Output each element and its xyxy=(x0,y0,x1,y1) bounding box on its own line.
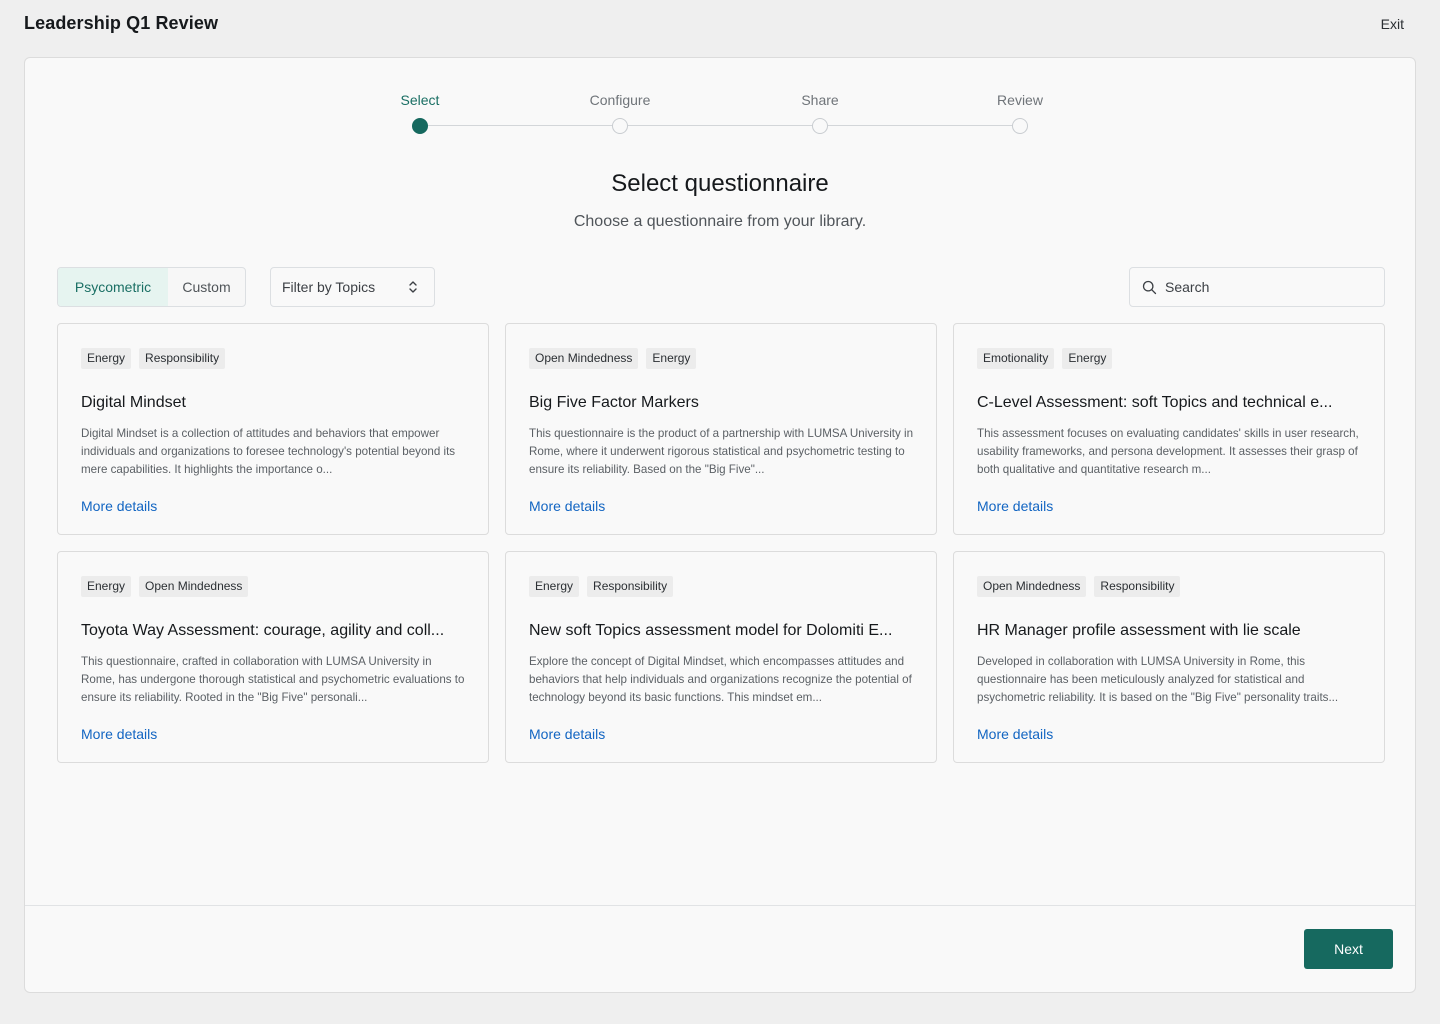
topic-tag: Emotionality xyxy=(977,348,1055,369)
card-tags: Open Mindedness Responsibility xyxy=(977,576,1181,597)
card-title: HR Manager profile assessment with lie s… xyxy=(977,622,1301,639)
top-bar: Leadership Q1 Review Exit xyxy=(0,0,1440,56)
card-description: Explore the concept of Digital Mindset, … xyxy=(529,655,912,704)
topic-tag: Open Mindedness xyxy=(977,576,1087,597)
card-title: Big Five Factor Markers xyxy=(529,394,699,411)
card-description: Digital Mindset is a collection of attit… xyxy=(81,427,456,476)
step-connector xyxy=(620,125,820,126)
topic-tag: Responsibility xyxy=(139,348,226,369)
topic-tag: Energy xyxy=(81,576,132,597)
card-title: Toyota Way Assessment: courage, agility … xyxy=(81,622,445,639)
step-configure-label: Configure xyxy=(589,92,651,108)
questionnaire-card[interactable]: Emotionality Energy C-Level Assessment: … xyxy=(953,323,1385,535)
step-share-label: Share xyxy=(801,92,839,108)
chevron-up-down-icon xyxy=(409,281,417,293)
footer-divider xyxy=(25,905,1415,906)
card-title: Digital Mindset xyxy=(81,394,186,411)
questionnaire-card[interactable]: Open Mindedness Responsibility HR Manage… xyxy=(953,551,1385,763)
questionnaire-card[interactable]: Energy Open Mindedness Toyota Way Assess… xyxy=(57,551,489,763)
topic-tag: Open Mindedness xyxy=(139,576,249,597)
card-description: This questionnaire, crafted in collabora… xyxy=(81,655,465,704)
card-tags: Energy Responsibility xyxy=(81,348,226,369)
card-tags: Open Mindedness Energy xyxy=(529,348,697,369)
filter-select-label: Filter by Topics xyxy=(282,279,376,295)
topic-tag: Responsibility xyxy=(587,576,674,597)
topic-tag: Energy xyxy=(1062,348,1113,369)
card-description: Developed in collaboration with LUMSA Un… xyxy=(977,655,1339,704)
step-share-dot xyxy=(812,118,828,134)
tab-psycometric[interactable]: Psycometric xyxy=(58,268,168,306)
wizard-panel: Select Configure Share Review Select que… xyxy=(24,57,1416,993)
exit-button[interactable]: Exit xyxy=(1381,16,1404,32)
more-details-link[interactable]: More details xyxy=(977,498,1053,514)
tab-custom[interactable]: Custom xyxy=(168,268,245,306)
next-button[interactable]: Next xyxy=(1304,929,1393,969)
search-box xyxy=(1129,267,1385,307)
topic-tag: Energy xyxy=(646,348,697,369)
topic-tag: Responsibility xyxy=(1094,576,1181,597)
card-tags: Emotionality Energy xyxy=(977,348,1113,369)
more-details-link[interactable]: More details xyxy=(81,498,157,514)
questionnaire-card[interactable]: Open Mindedness Energy Big Five Factor M… xyxy=(505,323,937,535)
step-connector xyxy=(420,125,620,126)
topic-tag: Energy xyxy=(529,576,580,597)
step-select-dot xyxy=(412,118,428,134)
step-select-label: Select xyxy=(400,92,440,108)
topic-tag: Energy xyxy=(81,348,132,369)
filter-by-topics-select[interactable]: Filter by Topics xyxy=(270,267,435,307)
search-input[interactable] xyxy=(1165,268,1375,306)
page-title: Leadership Q1 Review xyxy=(24,13,219,33)
card-title: C-Level Assessment: soft Topics and tech… xyxy=(977,394,1333,411)
questionnaire-card[interactable]: Energy Responsibility Digital Mindset Di… xyxy=(57,323,489,535)
card-tags: Energy Open Mindedness xyxy=(81,576,249,597)
more-details-link[interactable]: More details xyxy=(977,726,1053,742)
card-description: This assessment focuses on evaluating ca… xyxy=(977,427,1359,476)
section-heading: Select questionnaire xyxy=(611,170,829,197)
card-title: New soft Topics assessment model for Dol… xyxy=(529,622,893,639)
card-tags: Energy Responsibility xyxy=(529,576,674,597)
search-icon xyxy=(1142,280,1157,295)
card-description: This questionnaire is the product of a p… xyxy=(529,427,914,476)
step-connector xyxy=(820,125,1020,126)
app-window: Leadership Q1 Review Exit Select Configu… xyxy=(0,0,1440,1024)
more-details-link[interactable]: More details xyxy=(529,726,605,742)
more-details-link[interactable]: More details xyxy=(529,498,605,514)
step-review-label: Review xyxy=(997,92,1043,108)
step-configure-dot xyxy=(612,118,628,134)
questionnaire-card[interactable]: Energy Responsibility New soft Topics as… xyxy=(505,551,937,763)
section-subheading: Choose a questionnaire from your library… xyxy=(573,213,867,230)
more-details-link[interactable]: More details xyxy=(81,726,157,742)
stepper: Select Configure Share Review xyxy=(25,58,1415,148)
step-review-dot xyxy=(1012,118,1028,134)
topic-tag: Open Mindedness xyxy=(529,348,639,369)
questionnaire-type-toggle: Psycometric Custom xyxy=(57,267,246,307)
